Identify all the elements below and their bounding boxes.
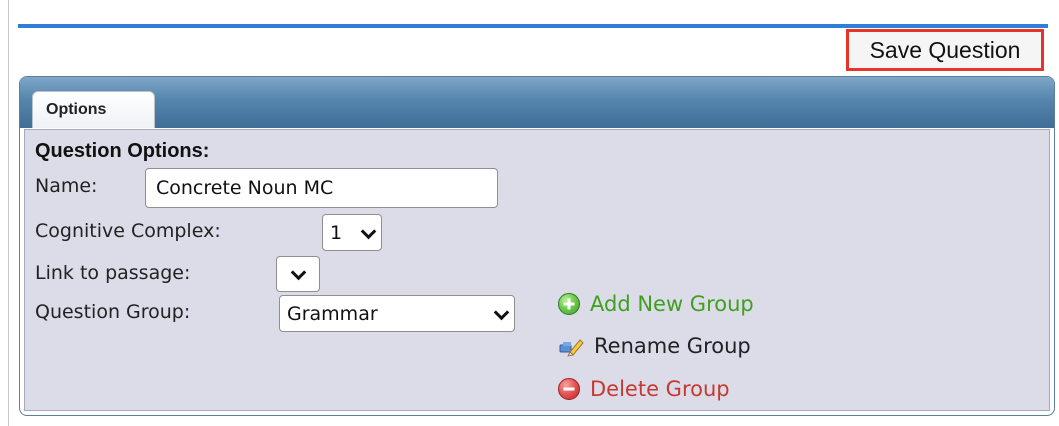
- tab-options[interactable]: Options: [32, 91, 155, 128]
- cognitive-complex-label: Cognitive Complex:: [35, 220, 221, 242]
- left-border: [8, 0, 9, 426]
- cognitive-complex-select[interactable]: 1: [322, 214, 382, 251]
- question-group-value: Grammar: [287, 302, 378, 325]
- rename-pencil-icon: [559, 339, 584, 357]
- link-to-passage-label: Link to passage:: [35, 262, 191, 284]
- cognitive-complex-value: 1: [330, 221, 343, 244]
- add-circle-icon: [558, 293, 580, 315]
- delete-group-label: Delete Group: [590, 377, 730, 401]
- options-panel: Options Question Options: Name: Concrete…: [19, 76, 1055, 416]
- chevron-down-icon: [495, 308, 507, 320]
- add-new-group-link[interactable]: Add New Group: [558, 292, 754, 316]
- chevron-down-icon: [362, 227, 374, 239]
- delete-group-link[interactable]: Delete Group: [558, 377, 730, 401]
- name-label: Name:: [35, 175, 98, 197]
- link-to-passage-select[interactable]: [276, 256, 320, 292]
- question-group-label: Question Group:: [35, 301, 191, 323]
- chevron-down-icon: [292, 268, 304, 280]
- question-editor-page: Save Question Options Question Options: …: [0, 0, 1059, 426]
- panel-header: [20, 77, 1054, 128]
- save-question-button[interactable]: Save Question: [846, 29, 1044, 71]
- rename-group-label: Rename Group: [594, 334, 751, 358]
- name-input[interactable]: Concrete Noun MC: [145, 168, 498, 208]
- question-group-select[interactable]: Grammar: [279, 295, 515, 332]
- options-panel-body: Question Options: Name: Concrete Noun MC…: [24, 129, 1050, 411]
- add-new-group-label: Add New Group: [590, 292, 754, 316]
- question-options-title: Question Options:: [35, 140, 210, 162]
- delete-circle-icon: [558, 378, 580, 400]
- rename-group-link[interactable]: Rename Group: [558, 334, 751, 358]
- top-accent-rule: [18, 24, 1048, 28]
